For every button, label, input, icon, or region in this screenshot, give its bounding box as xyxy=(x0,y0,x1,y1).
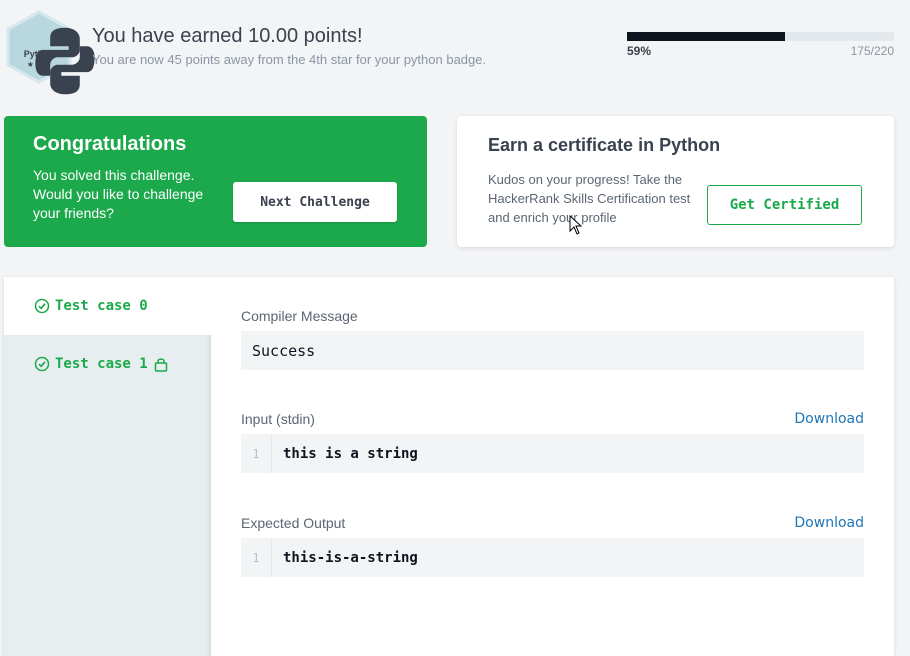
certificate-text: Kudos on your progress! Take the HackerR… xyxy=(488,172,691,225)
badge-progress-bar xyxy=(627,32,894,41)
compiler-message-label: Compiler Message xyxy=(241,308,358,324)
tab-test-case-0[interactable]: Test case 0 xyxy=(4,277,211,335)
output-code-box: 1 this-is-a-string xyxy=(241,538,864,577)
congratulations-title: Congratulations xyxy=(33,133,187,155)
tab-label: Test case 1 xyxy=(55,356,148,372)
mouse-cursor-icon xyxy=(569,215,583,235)
next-challenge-button[interactable]: Next Challenge xyxy=(233,182,397,222)
line-number: 1 xyxy=(241,538,272,577)
line-number: 1 xyxy=(241,434,272,473)
test-case-details: Compiler Message Success Input (stdin) D… xyxy=(241,277,864,656)
input-label: Input (stdin) xyxy=(241,411,315,427)
badge-language: Python xyxy=(23,49,55,59)
tab-test-case-1[interactable]: Test case 1 xyxy=(4,335,211,393)
input-download-link[interactable]: Download xyxy=(794,411,864,427)
check-circle-icon xyxy=(34,298,50,314)
congratulations-card: Congratulations You solved this challeng… xyxy=(4,116,427,247)
get-certified-button[interactable]: Get Certified xyxy=(707,185,862,225)
compiler-message-box: Success xyxy=(241,331,864,370)
check-circle-icon xyxy=(34,356,50,372)
progress-count: 175/220 xyxy=(850,44,894,58)
input-code-box: 1 this is a string xyxy=(241,434,864,473)
expected-output-label: Expected Output xyxy=(241,515,346,531)
points-earned-title: You have earned 10.00 points! xyxy=(92,25,363,47)
points-earned-subtitle: You are now 45 points away from the 4th … xyxy=(92,52,487,67)
output-download-link[interactable]: Download xyxy=(794,515,864,531)
python-badge: Python ★★★ xyxy=(4,10,95,95)
output-text: this-is-a-string xyxy=(283,549,418,566)
tab-label: Test case 0 xyxy=(55,298,148,314)
badge-progress-fill xyxy=(627,32,785,41)
congratulations-text: You solved this challenge. Would you lik… xyxy=(33,167,204,221)
badge-stars: ★★★ xyxy=(26,60,52,69)
certificate-card: Earn a certificate in Python Kudos on yo… xyxy=(457,116,894,247)
certificate-title: Earn a certificate in Python xyxy=(488,135,721,155)
progress-percent: 59% xyxy=(627,44,652,58)
lock-icon xyxy=(154,358,167,372)
test-results-panel: Test case 0 Test case 1 Compiler Message… xyxy=(4,277,894,656)
input-text: this is a string xyxy=(283,445,418,462)
